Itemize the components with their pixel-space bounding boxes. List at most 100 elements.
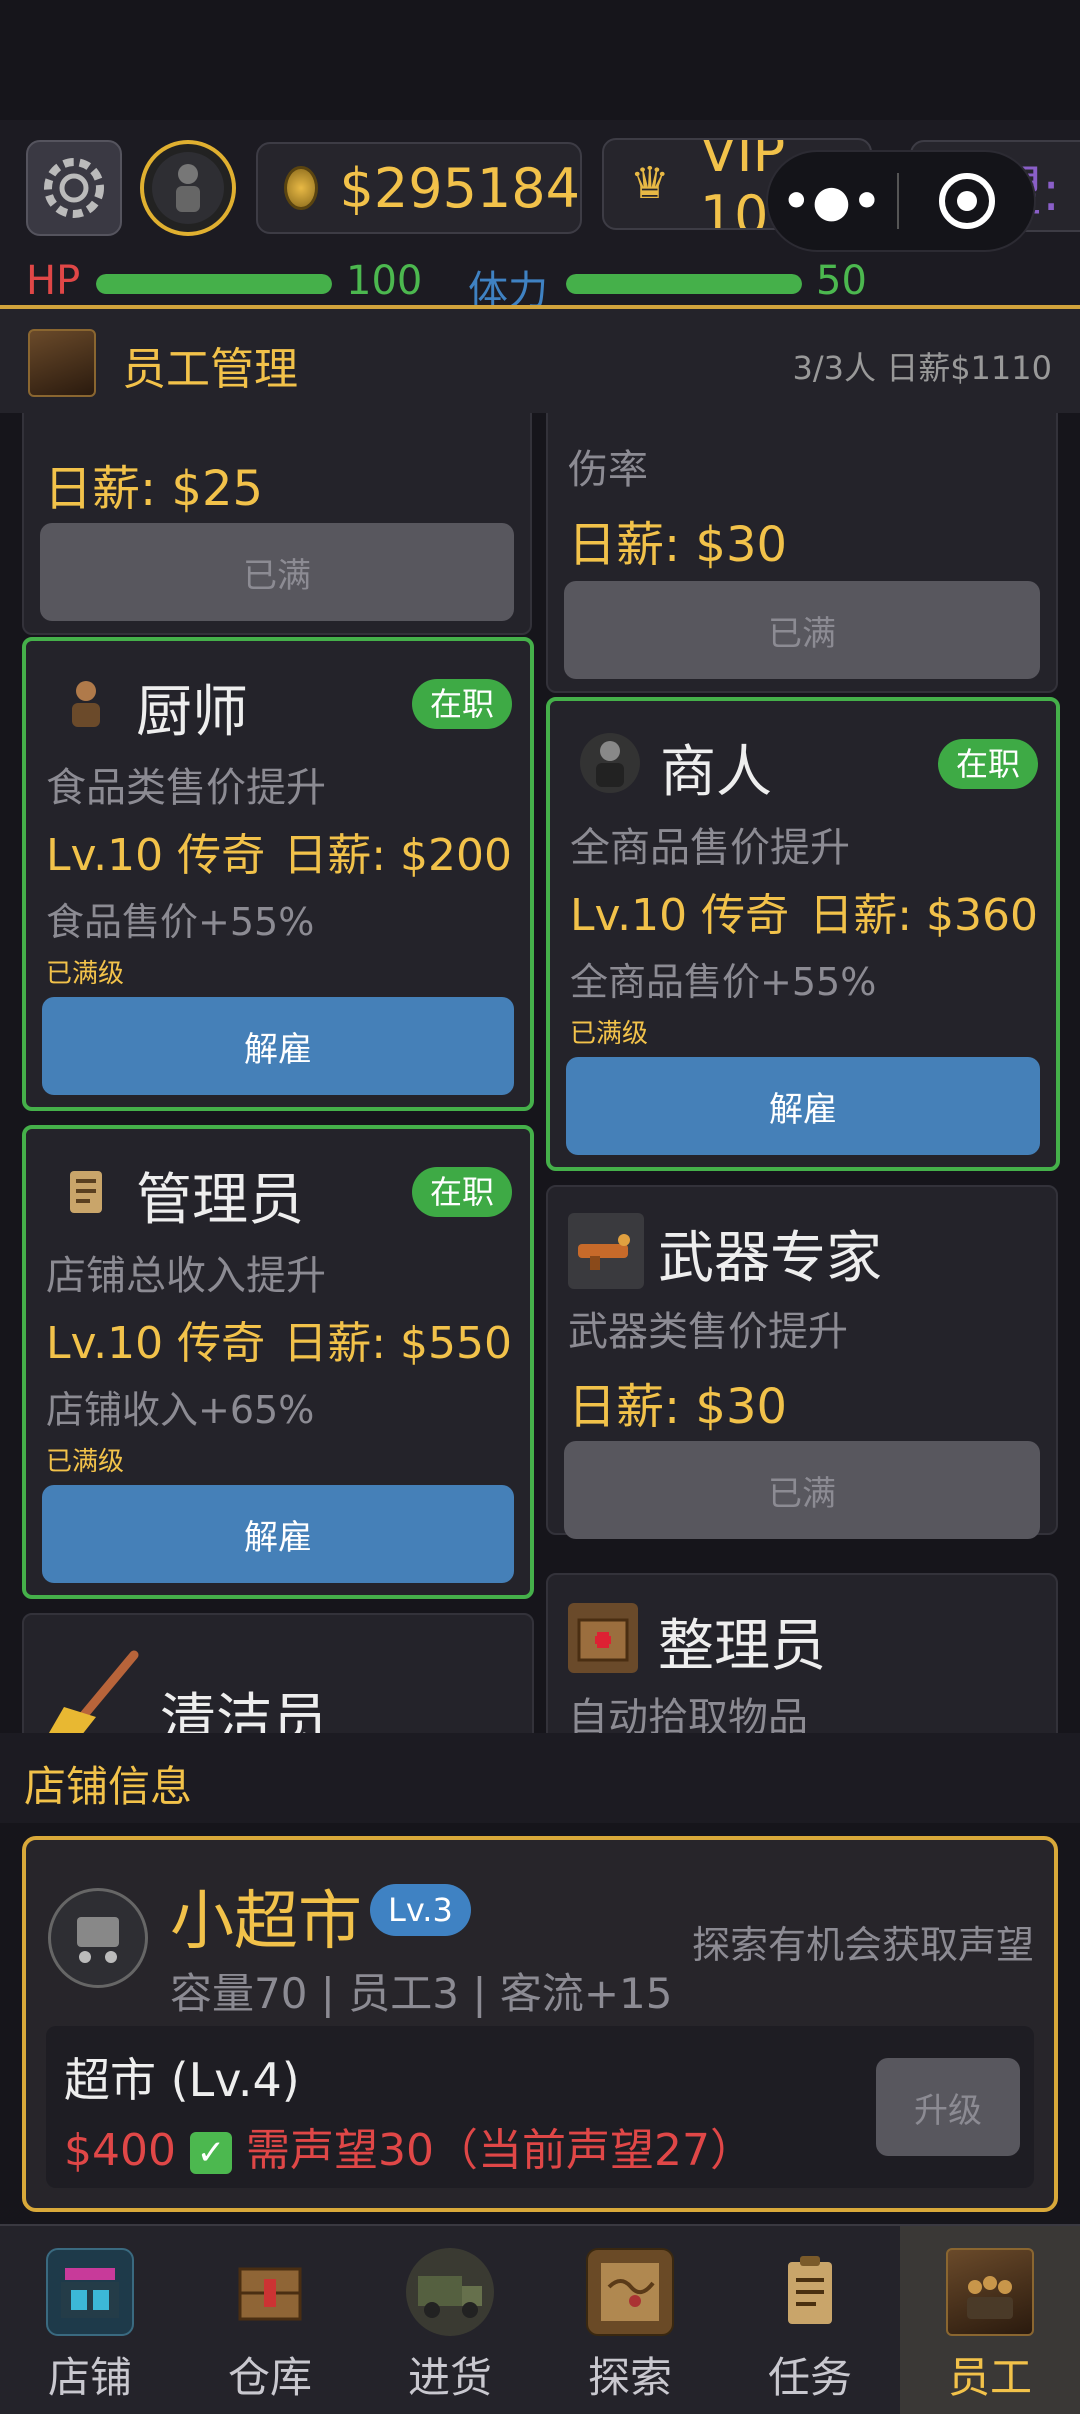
employee-name: 武器专家 [658,1226,882,1291]
upgrade-requirements: $400 ✓ 需声望30（当前声望27） [64,2114,754,2178]
store-icon [46,2248,134,2336]
bonus: 全商品售价+55% [570,960,877,1004]
hp-value: 100 [346,258,423,304]
truck-icon [406,2248,494,2336]
salary: 日薪: $360 [809,890,1038,941]
employee-card-weapon-expert: 武器专家 武器类售价提升 日薪: $30 已满 [546,1185,1058,1539]
page-title: 员工管理 [122,344,298,395]
nav-label: 探索 [587,2353,672,2402]
description: 伤率 [568,447,648,493]
salary: 日薪: $30 [568,517,788,573]
shop-stats: 容量70 | 员工3 | 客流+15 [170,1969,673,2018]
description: 店铺总收入提升 [46,1253,326,1299]
chef-icon [56,673,116,733]
survivor-avatar-icon [152,152,224,224]
employee-card-merchant: 商人 在职 全商品售价提升 Lv.10 传奇 日薪: $360 全商品售价+55… [546,697,1060,1171]
team-icon [28,329,96,397]
nav-label: 员工 [947,2353,1032,2402]
employee-card-partial-right: 伤率 日薪: $30 已满 [546,413,1058,693]
player-avatar[interactable] [140,140,236,236]
hp-bar [96,274,332,294]
upgrade-title: 超市 (Lv.4) [64,2053,300,2107]
nav-item-store[interactable]: 店铺 [0,2226,180,2414]
stamina-value: 50 [816,258,867,304]
check-icon: ✓ [189,2132,232,2174]
crate-icon [568,1603,638,1673]
status-badge: 在职 [411,1167,512,1217]
upgrade-button[interactable]: 升级 [876,2058,1020,2156]
salary: 日薪: $30 [568,1379,788,1435]
checklist-icon [766,2248,854,2336]
bonus: 食品售价+55% [46,900,315,944]
nav-item-restock[interactable]: 进货 [360,2226,540,2414]
shop-name: 小超市 [170,1885,362,1959]
fire-button[interactable]: 解雇 [566,1057,1040,1155]
full-button[interactable]: 已满 [40,523,514,621]
nav-item-explore[interactable]: 探索 [540,2226,720,2414]
employee-card-chef: 厨师 在职 食品类售价提升 Lv.10 传奇 日薪: $200 食品售价+55%… [22,637,534,1111]
money-value: $295184 [339,156,581,220]
page-header: 员工管理 3/3人 日薪$1110 [0,309,1080,413]
salary: 日薪: $200 [283,830,512,881]
weapon-icon [568,1213,644,1289]
full-button[interactable]: 已满 [564,581,1040,679]
gear-icon [44,158,104,218]
merchant-icon [580,733,640,793]
fire-button[interactable]: 解雇 [42,997,514,1095]
nav-item-tasks[interactable]: 任务 [720,2226,900,2414]
nav-item-warehouse[interactable]: 仓库 [180,2226,360,2414]
team-icon [946,2248,1034,2336]
employee-list[interactable]: 日薪: $25 已满 伤率 日薪: $30 已满 厨师 在职 食品类售价提升 L… [0,413,1080,1733]
shop-hint: 探索有机会获取声望 [691,1923,1034,1967]
description: 全商品售价提升 [570,825,850,871]
salary: 日薪: $550 [283,1318,512,1369]
hp-label: HP [26,258,81,304]
bonus: 店铺收入+65% [46,1388,315,1432]
status-badge: 在职 [937,739,1038,789]
description: 自动拾取物品 [568,1695,808,1733]
nav-item-staff[interactable]: 员工 [900,2226,1080,2414]
staff-summary: 3/3人 日薪$1110 [792,349,1052,387]
clipboard-icon [56,1161,116,1221]
upgrade-cost: $400 [64,2125,176,2176]
crown-icon: ♛ [630,158,670,209]
nav-label: 任务 [767,2353,852,2402]
shop-info-card: 小超市 Lv.3 容量70 | 员工3 | 客流+15 探索有机会获取声望 超市… [22,1836,1058,2212]
upgrade-panel: 超市 (Lv.4) $400 ✓ 需声望30（当前声望27） 升级 [46,2026,1034,2188]
employee-card-cleaner: 清洁员 [22,1613,534,1733]
status-badge: 在职 [411,679,512,729]
employee-name: 清洁员 [160,1688,328,1733]
miniprogram-capsule: •●• [766,150,1036,252]
shop-cart-icon [48,1888,148,1988]
shop-info-header: 店铺信息 [0,1733,1080,1823]
description: 食品类售价提升 [46,765,326,811]
description: 武器类售价提升 [568,1309,848,1355]
close-miniprogram-icon[interactable] [899,173,1034,229]
employee-card-manager: 管理员 在职 店铺总收入提升 Lv.10 传奇 日薪: $550 店铺收入+65… [22,1125,534,1599]
shop-level-badge: Lv.3 [370,1884,471,1936]
bottom-nav: 店铺 仓库 进货 探索 任务 员工 [0,2224,1080,2414]
crate-icon [226,2248,314,2336]
fire-button[interactable]: 解雇 [42,1485,514,1583]
stamina-bar [566,274,802,294]
salary: 日薪: $25 [44,461,264,517]
maxed-label: 已满级 [46,959,125,989]
settings-button[interactable] [26,140,122,236]
broom-icon [34,1645,144,1733]
money-display: $295184 [256,142,582,234]
coin-icon [284,166,318,210]
employee-card-organizer: 整理员 自动拾取物品 [546,1573,1058,1733]
nav-label: 进货 [407,2353,492,2402]
level: Lv.10 传奇 [46,1318,266,1369]
employee-name: 商人 [660,740,772,805]
employee-card-partial-left: 日薪: $25 已满 [22,413,532,635]
upgrade-reputation-req: 需声望30（当前声望27） [245,2125,754,2176]
nav-label: 仓库 [227,2353,312,2402]
employee-name: 管理员 [136,1168,304,1233]
maxed-label: 已满级 [46,1447,125,1477]
maxed-label: 已满级 [570,1019,649,1049]
full-button[interactable]: 已满 [564,1441,1040,1539]
level: Lv.10 传奇 [46,830,266,881]
more-menu-icon[interactable]: •●• [768,176,897,227]
employee-name: 厨师 [136,680,248,745]
